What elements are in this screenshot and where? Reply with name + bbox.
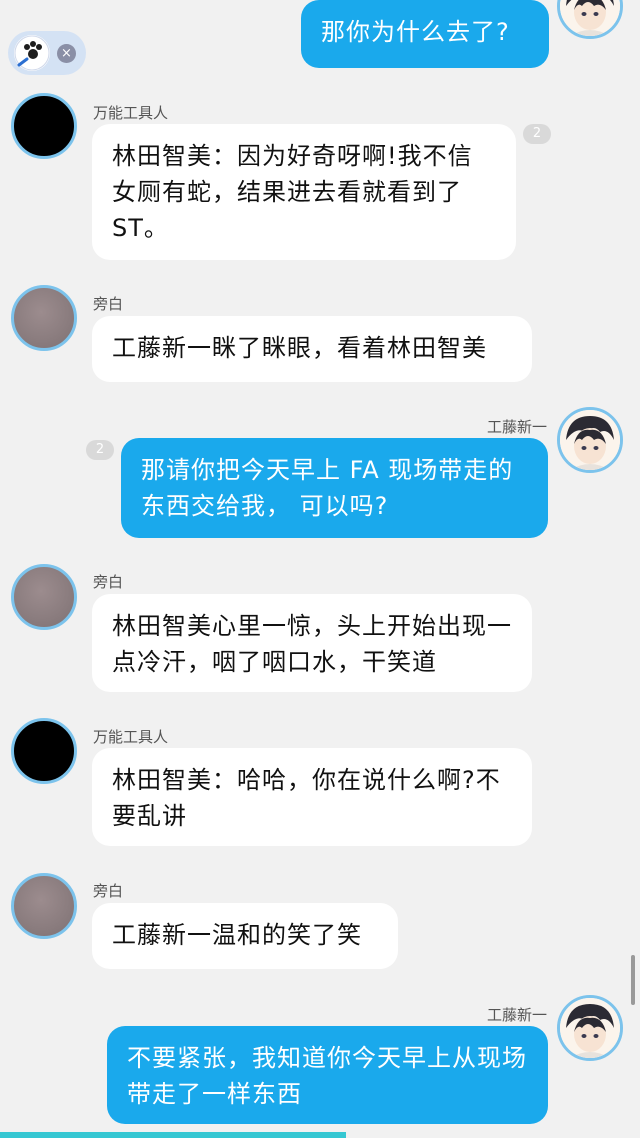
- message-bubble[interactable]: 那你为什么去了?: [301, 0, 549, 68]
- speaker-name: 旁白: [93, 295, 124, 313]
- reading-progress-bar: [0, 1132, 346, 1138]
- close-icon[interactable]: ×: [57, 44, 76, 63]
- message-bubble[interactable]: 林田智美：哈哈，你在说什么啊?不要乱讲: [92, 748, 532, 846]
- narrator-avatar[interactable]: [11, 873, 77, 939]
- narrator-avatar[interactable]: [11, 285, 77, 351]
- speaker-name: 旁白: [93, 573, 124, 591]
- message-bubble[interactable]: 不要紧张，我知道你今天早上从现场带走了一样东西: [107, 1026, 548, 1124]
- anime-boy-icon: [560, 0, 620, 36]
- anime-boy-icon: [560, 410, 620, 470]
- floating-widget[interactable]: ×: [8, 31, 86, 75]
- scrollbar[interactable]: [631, 955, 635, 1005]
- speaker-name: 万能工具人: [93, 728, 169, 746]
- speaker-name: 万能工具人: [93, 104, 169, 122]
- unread-badge: 2: [86, 440, 114, 460]
- message-bubble[interactable]: 那请你把今天早上 FA 现场带走的东西交给我， 可以吗?: [121, 438, 548, 538]
- user-avatar[interactable]: [557, 407, 623, 473]
- anime-boy-icon: [560, 998, 620, 1058]
- message-bubble[interactable]: 林田智美：因为好奇呀啊!我不信女厕有蛇，结果进去看就看到了ST。: [92, 124, 516, 260]
- chip-icon[interactable]: [14, 35, 50, 71]
- message-bubble[interactable]: 工藤新一温和的笑了笑: [92, 903, 398, 969]
- message-bubble[interactable]: 工藤新一眯了眯眼，看着林田智美: [92, 316, 532, 382]
- message-bubble[interactable]: 林田智美心里一惊，头上开始出现一点冷汗，咽了咽口水，干笑道: [92, 594, 532, 692]
- speaker-avatar[interactable]: [11, 93, 77, 159]
- paw-icon: [14, 35, 50, 71]
- narrator-avatar[interactable]: [11, 564, 77, 630]
- speaker-avatar[interactable]: [11, 718, 77, 784]
- user-avatar[interactable]: [557, 995, 623, 1061]
- speaker-name: 工藤新一: [486, 418, 547, 436]
- unread-badge: 2: [523, 124, 551, 144]
- speaker-name: 工藤新一: [486, 1006, 547, 1024]
- speaker-name: 旁白: [93, 882, 124, 900]
- user-avatar-top[interactable]: [557, 0, 623, 39]
